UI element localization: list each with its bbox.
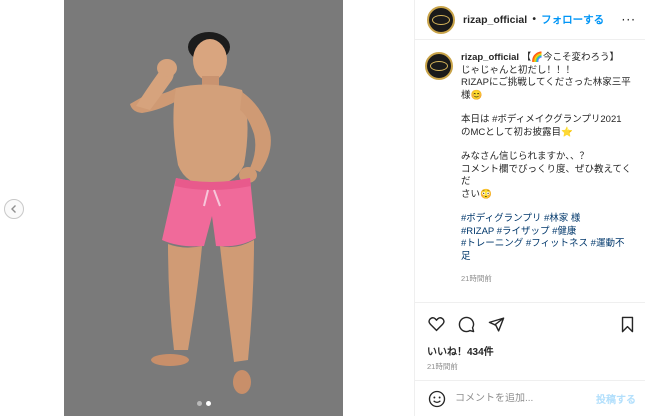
emoji-button[interactable] bbox=[427, 389, 447, 409]
comment-icon bbox=[458, 316, 474, 332]
follow-button[interactable]: フォローする bbox=[541, 12, 604, 27]
caption-line: さい😳 bbox=[461, 188, 492, 200]
post-header: rizap_official • フォローする ··· bbox=[415, 0, 645, 40]
post-time: 21時間前 bbox=[427, 362, 458, 371]
comment-input[interactable] bbox=[455, 393, 605, 404]
like-button[interactable] bbox=[427, 315, 445, 333]
hashtag-line[interactable]: #トレーニング #フィットネス #運動不 bbox=[461, 238, 639, 251]
header-username[interactable]: rizap_official bbox=[463, 14, 527, 26]
carousel-dots bbox=[64, 401, 343, 406]
share-button[interactable] bbox=[487, 315, 505, 333]
caption-text: rizap_official 【🌈今こそ変わろう】 じゃじゃんと初だし！！！ R… bbox=[461, 52, 639, 286]
caption-avatar[interactable] bbox=[425, 52, 453, 80]
post-comment-button[interactable]: 投稿する bbox=[596, 391, 636, 406]
post-side-panel: rizap_official • フォローする ··· rizap_offici… bbox=[414, 0, 645, 416]
avatar[interactable] bbox=[427, 5, 455, 34]
header-separator: • bbox=[531, 14, 538, 25]
caption-line: 本日は #ボディメイクグランプリ2021 bbox=[461, 114, 622, 125]
bookmark-icon bbox=[621, 316, 633, 332]
post-actions: いいね！434件 21時間前 bbox=[415, 302, 645, 371]
hashtag-line[interactable]: #RIZAP #ライザップ #健康 bbox=[461, 226, 639, 239]
instagram-post-view: rizap_official • フォローする ··· rizap_offici… bbox=[0, 0, 645, 416]
action-buttons bbox=[427, 315, 505, 333]
comment-button[interactable] bbox=[457, 315, 475, 333]
caption-line: のMCとして初お披露目⭐ bbox=[461, 126, 573, 138]
more-options-button[interactable]: ··· bbox=[622, 13, 636, 27]
caption-line: コメント欄でびっくり度、ぜひ教えてくだ bbox=[461, 163, 632, 188]
caption-line: 様😊 bbox=[461, 89, 483, 101]
chevron-left-icon bbox=[11, 205, 16, 213]
caption-line: じゃじゃんと初だし！！！ bbox=[461, 64, 576, 76]
heart-icon bbox=[427, 317, 445, 332]
post-photo[interactable] bbox=[64, 0, 343, 416]
hashtag-line[interactable]: #ボディグランプリ #林家 様 bbox=[461, 213, 639, 226]
caption-line: みなさん信じられますか、、？ bbox=[461, 151, 590, 162]
person-figure-image bbox=[130, 32, 271, 394]
rizap-logo-icon bbox=[432, 14, 450, 25]
share-icon bbox=[488, 316, 504, 332]
save-button[interactable] bbox=[618, 315, 636, 333]
caption-line: 【🌈今こそ変わろう】 bbox=[521, 52, 620, 63]
rizap-logo-icon bbox=[430, 61, 448, 71]
hashtag-line[interactable]: 足 bbox=[461, 251, 639, 264]
likes-count[interactable]: いいね！434件 bbox=[427, 343, 494, 358]
caption-time: 21時間前 bbox=[461, 274, 492, 283]
carousel-prev-button[interactable] bbox=[4, 199, 24, 219]
carousel-dot bbox=[196, 401, 202, 406]
carousel-dot-active bbox=[205, 401, 211, 406]
emoji-icon bbox=[428, 390, 446, 407]
comment-bar: 投稿する bbox=[415, 380, 645, 416]
caption-username[interactable]: rizap_official bbox=[461, 52, 519, 63]
post-caption: rizap_official 【🌈今こそ変わろう】 じゃじゃんと初だし！！！ R… bbox=[425, 52, 640, 286]
caption-line: RIZAPにご挑戦してくださった林家三平 bbox=[461, 77, 631, 88]
